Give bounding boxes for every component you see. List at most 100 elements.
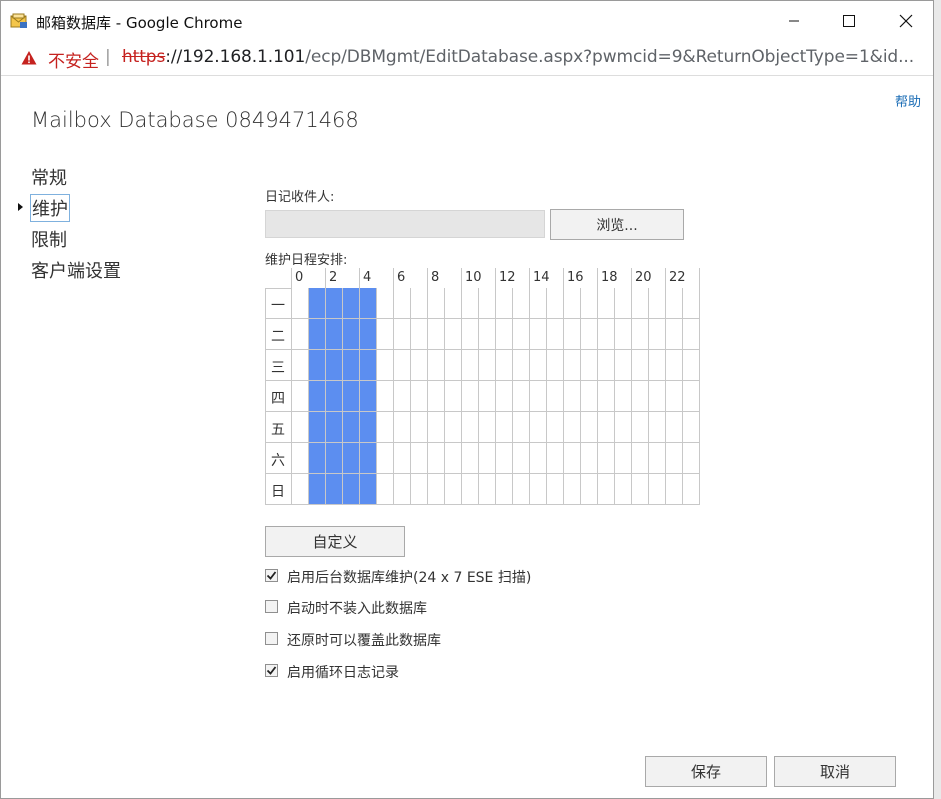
schedule-cell[interactable] (649, 443, 666, 474)
schedule-cell[interactable] (683, 350, 700, 381)
schedule-cell[interactable] (411, 412, 428, 443)
schedule-cell[interactable] (428, 288, 445, 319)
schedule-cell[interactable] (496, 443, 513, 474)
schedule-cell[interactable] (411, 443, 428, 474)
schedule-cell[interactable] (666, 474, 683, 505)
day-header-cell[interactable] (265, 474, 292, 505)
schedule-cell[interactable] (513, 319, 530, 350)
schedule-cell[interactable] (649, 412, 666, 443)
schedule-cell[interactable] (445, 350, 462, 381)
schedule-cell[interactable] (615, 319, 632, 350)
option-label[interactable]: 启用后台数据库维护(24 x 7 ESE 扫描) (287, 567, 531, 587)
schedule-cell[interactable] (445, 319, 462, 350)
schedule-cell[interactable] (666, 319, 683, 350)
schedule-cell[interactable] (292, 288, 309, 319)
schedule-cell[interactable] (547, 350, 564, 381)
schedule-cell[interactable] (683, 443, 700, 474)
schedule-cell[interactable] (530, 288, 547, 319)
schedule-cell[interactable] (360, 381, 377, 412)
schedule-cell[interactable] (292, 443, 309, 474)
schedule-cell[interactable] (462, 319, 479, 350)
schedule-cell[interactable] (479, 319, 496, 350)
schedule-cell[interactable] (513, 474, 530, 505)
schedule-cell[interactable] (309, 350, 326, 381)
schedule-cell[interactable] (632, 288, 649, 319)
nav-item-general[interactable]: 常规 (31, 164, 67, 190)
schedule-cell[interactable] (411, 474, 428, 505)
schedule-cell[interactable] (462, 443, 479, 474)
schedule-cell[interactable] (666, 350, 683, 381)
schedule-cell[interactable] (666, 381, 683, 412)
schedule-cell[interactable] (360, 474, 377, 505)
schedule-cell[interactable] (462, 288, 479, 319)
schedule-cell[interactable] (530, 412, 547, 443)
schedule-cell[interactable] (326, 381, 343, 412)
schedule-cell[interactable] (564, 288, 581, 319)
option-checkbox[interactable] (265, 569, 278, 582)
schedule-cell[interactable] (513, 443, 530, 474)
schedule-cell[interactable] (377, 443, 394, 474)
schedule-cell[interactable] (598, 412, 615, 443)
schedule-cell[interactable] (598, 474, 615, 505)
option-checkbox[interactable] (265, 600, 278, 613)
day-header-cell[interactable] (265, 350, 292, 381)
schedule-cell[interactable] (411, 350, 428, 381)
schedule-cell[interactable] (615, 350, 632, 381)
schedule-cell[interactable] (547, 319, 564, 350)
schedule-cell[interactable] (445, 288, 462, 319)
schedule-cell[interactable] (411, 319, 428, 350)
schedule-cell[interactable] (394, 474, 411, 505)
schedule-cell[interactable] (564, 474, 581, 505)
schedule-cell[interactable] (292, 474, 309, 505)
nav-item-limits[interactable]: 限制 (31, 226, 67, 252)
schedule-cell[interactable] (615, 288, 632, 319)
schedule-cell[interactable] (411, 381, 428, 412)
schedule-cell[interactable] (530, 381, 547, 412)
schedule-cell[interactable] (615, 412, 632, 443)
schedule-cell[interactable] (360, 412, 377, 443)
schedule-cell[interactable] (377, 350, 394, 381)
schedule-cell[interactable] (649, 288, 666, 319)
url-text[interactable]: https://192.168.1.101/ecp/DBMgmt/EditDat… (122, 47, 914, 67)
schedule-cell[interactable] (649, 319, 666, 350)
schedule-cell[interactable] (683, 288, 700, 319)
schedule-cell[interactable] (666, 443, 683, 474)
schedule-cell[interactable] (581, 350, 598, 381)
nav-item-client-settings[interactable]: 客户端设置 (31, 257, 121, 283)
schedule-cell[interactable] (547, 474, 564, 505)
schedule-cell[interactable] (581, 443, 598, 474)
schedule-cell[interactable] (479, 350, 496, 381)
schedule-cell[interactable] (428, 412, 445, 443)
schedule-cell[interactable] (632, 319, 649, 350)
schedule-cell[interactable] (649, 350, 666, 381)
schedule-cell[interactable] (564, 381, 581, 412)
schedule-cell[interactable] (598, 443, 615, 474)
schedule-cell[interactable] (649, 474, 666, 505)
schedule-cell[interactable] (530, 319, 547, 350)
help-link[interactable]: 帮助 (895, 91, 921, 110)
option-checkbox[interactable] (265, 664, 278, 677)
schedule-cell[interactable] (496, 350, 513, 381)
schedule-cell[interactable] (309, 319, 326, 350)
schedule-cell[interactable] (394, 350, 411, 381)
schedule-cell[interactable] (547, 412, 564, 443)
option-checkbox[interactable] (265, 632, 278, 645)
schedule-cell[interactable] (428, 474, 445, 505)
schedule-cell[interactable] (598, 381, 615, 412)
schedule-cell[interactable] (547, 443, 564, 474)
schedule-cell[interactable] (326, 319, 343, 350)
schedule-cell[interactable] (360, 288, 377, 319)
maximize-button[interactable] (826, 1, 872, 41)
schedule-cell[interactable] (564, 443, 581, 474)
schedule-cell[interactable] (309, 474, 326, 505)
schedule-cell[interactable] (462, 412, 479, 443)
schedule-cell[interactable] (598, 288, 615, 319)
schedule-cell[interactable] (394, 381, 411, 412)
schedule-cell[interactable] (683, 381, 700, 412)
nav-item-maintenance[interactable]: 维护 (30, 194, 70, 222)
schedule-cell[interactable] (479, 474, 496, 505)
schedule-cell[interactable] (326, 288, 343, 319)
schedule-cell[interactable] (649, 381, 666, 412)
schedule-cell[interactable] (632, 350, 649, 381)
cancel-button[interactable]: 取消 (774, 756, 896, 787)
